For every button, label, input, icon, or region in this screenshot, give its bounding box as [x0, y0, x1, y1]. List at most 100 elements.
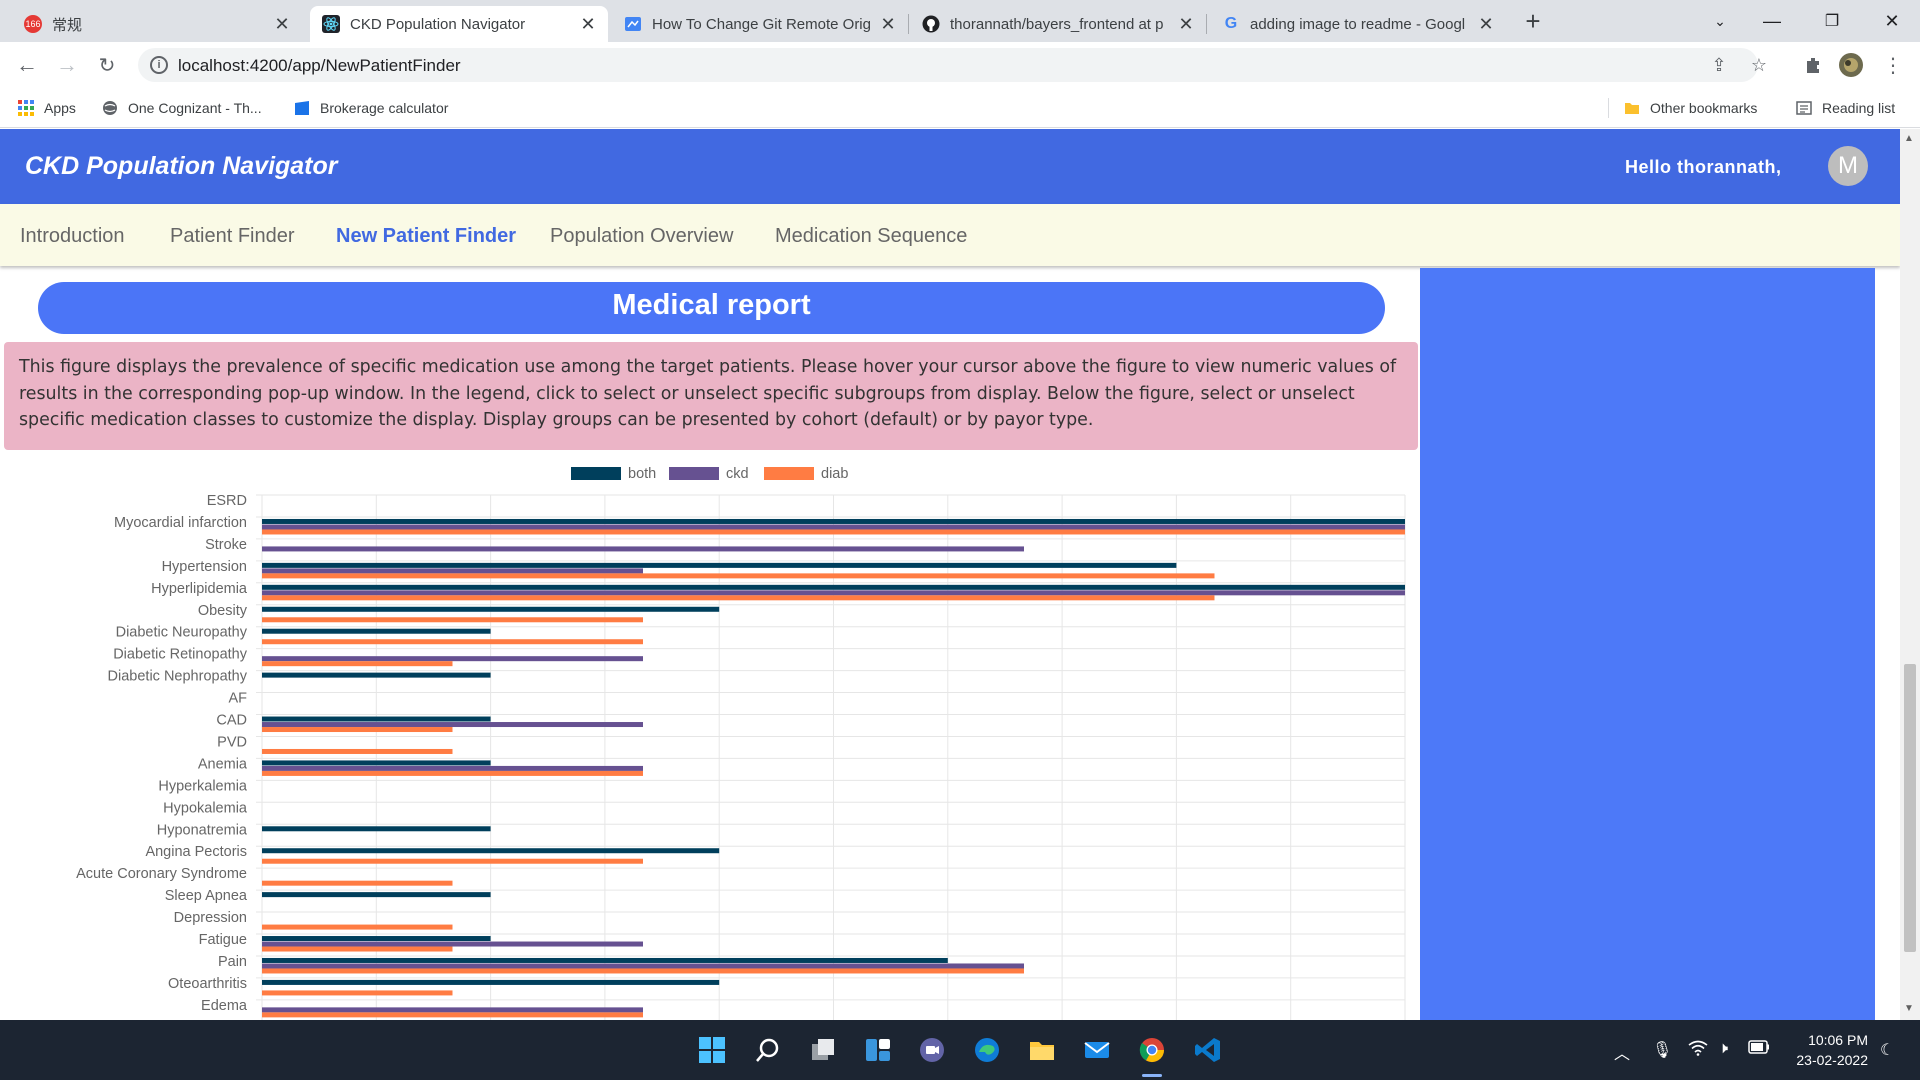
forward-button[interactable]: →: [52, 50, 82, 80]
volume-muted-icon[interactable]: 🕨: [1718, 1040, 1728, 1058]
bar-both[interactable]: [262, 892, 491, 898]
close-icon[interactable]: ✕: [1176, 14, 1196, 35]
bar-diab[interactable]: [262, 946, 453, 952]
legend-swatch-diab[interactable]: [764, 467, 814, 480]
bar-ckd[interactable]: [262, 590, 1405, 596]
bar-ckd[interactable]: [262, 963, 1024, 969]
scroll-thumb[interactable]: [1904, 664, 1916, 952]
file-explorer-icon[interactable]: [1022, 1030, 1062, 1070]
info-icon[interactable]: i: [150, 56, 168, 74]
task-view-icon[interactable]: [803, 1030, 843, 1070]
close-icon[interactable]: ✕: [272, 14, 292, 35]
star-icon[interactable]: ☆: [1746, 52, 1772, 78]
bar-ckd[interactable]: [262, 524, 1405, 530]
bar-diab[interactable]: [262, 748, 453, 754]
other-bookmarks[interactable]: Other bookmarks: [1624, 96, 1757, 120]
bar-diab[interactable]: [262, 924, 453, 930]
bar-both[interactable]: [262, 716, 491, 722]
avatar[interactable]: M: [1828, 146, 1868, 186]
bar-ckd[interactable]: [262, 722, 643, 728]
bar-diab[interactable]: [262, 661, 453, 667]
bookmark-apps[interactable]: Apps: [18, 96, 76, 120]
bar-diab[interactable]: [262, 727, 453, 733]
restore-button[interactable]: ❐: [1806, 0, 1858, 42]
minimize-button[interactable]: —: [1746, 0, 1798, 42]
search-icon[interactable]: [748, 1030, 788, 1070]
mail-icon[interactable]: [1077, 1030, 1117, 1070]
nav-medication-sequence[interactable]: Medication Sequence: [775, 225, 967, 248]
browser-tab-4[interactable]: thorannath/bayers_frontend at p ✕: [910, 6, 1206, 42]
bar-both[interactable]: [262, 584, 1405, 590]
medication-prevalence-chart[interactable]: ESRD Myocardial infarction Stroke Hypertens…: [0, 455, 1418, 1020]
nav-new-patient-finder[interactable]: New Patient Finder: [336, 225, 516, 248]
tab-search-icon[interactable]: ⌄: [1694, 0, 1746, 42]
share-icon[interactable]: ⇪: [1706, 52, 1732, 78]
bar-both[interactable]: [262, 606, 720, 612]
menu-kebab-icon[interactable]: ⋮: [1880, 52, 1906, 78]
reading-list[interactable]: Reading list: [1796, 96, 1895, 120]
system-clock[interactable]: 10:06 PM 23-02-2022: [1796, 1030, 1868, 1070]
bar-both[interactable]: [262, 760, 491, 766]
notifications-moon-icon[interactable]: ☾: [1880, 1040, 1894, 1060]
bar-both[interactable]: [262, 826, 491, 832]
bar-both[interactable]: [262, 672, 491, 678]
bookmark-one-cognizant[interactable]: One Cognizant - Th...: [102, 96, 262, 120]
address-bar[interactable]: i localhost:4200/app/NewPatientFinder ⇪ …: [138, 48, 1767, 82]
scroll-down-icon[interactable]: ▼: [1904, 1003, 1914, 1014]
bar-diab[interactable]: [262, 639, 643, 645]
bar-both[interactable]: [262, 957, 948, 963]
teams-chat-icon[interactable]: [912, 1030, 952, 1070]
browser-tab-5[interactable]: G adding image to readme - Googl ✕: [1210, 6, 1506, 42]
bar-diab[interactable]: [262, 1012, 643, 1018]
bar-diab[interactable]: [262, 990, 453, 996]
nav-introduction[interactable]: Introduction: [20, 225, 125, 248]
bar-diab[interactable]: [262, 880, 453, 886]
wifi-icon[interactable]: [1688, 1040, 1708, 1061]
bar-both[interactable]: [262, 936, 491, 942]
microphone-icon[interactable]: 🎙: [1652, 1040, 1672, 1060]
nav-population-overview[interactable]: Population Overview: [550, 225, 733, 248]
browser-tab-3[interactable]: How To Change Git Remote Orig ✕: [612, 6, 908, 42]
bar-ckd[interactable]: [262, 941, 643, 947]
bar-ckd[interactable]: [262, 568, 643, 574]
bar-ckd[interactable]: [262, 765, 643, 771]
new-tab-button[interactable]: +: [1518, 6, 1548, 36]
browser-tab-2[interactable]: CKD Population Navigator ✕: [310, 6, 608, 42]
windows-start-icon[interactable]: [692, 1030, 732, 1070]
bar-both[interactable]: [262, 628, 491, 634]
profile-avatar-icon[interactable]: [1838, 52, 1864, 78]
bar-diab[interactable]: [262, 529, 1405, 535]
bar-diab[interactable]: [262, 968, 1024, 974]
bar-diab[interactable]: [262, 770, 643, 776]
bar-diab[interactable]: [262, 858, 643, 864]
browser-tab-1[interactable]: 166 常规 ✕: [12, 6, 302, 42]
bar-diab[interactable]: [262, 573, 1215, 579]
back-button[interactable]: ←: [12, 50, 42, 80]
close-icon[interactable]: ✕: [578, 14, 598, 35]
reload-button[interactable]: ↻: [92, 50, 122, 80]
extensions-icon[interactable]: [1800, 52, 1826, 78]
scroll-up-icon[interactable]: ▲: [1904, 133, 1914, 144]
bar-diab[interactable]: [262, 617, 643, 623]
chevron-up-icon[interactable]: ︿: [1614, 1040, 1630, 1064]
legend-label-both[interactable]: both: [628, 466, 656, 482]
vscode-icon[interactable]: [1188, 1030, 1228, 1070]
legend-label-ckd[interactable]: ckd: [726, 466, 749, 482]
legend-label-diab[interactable]: diab: [821, 466, 848, 482]
bar-both[interactable]: [262, 562, 1177, 568]
close-icon[interactable]: ✕: [878, 14, 898, 35]
bar-ckd[interactable]: [262, 656, 643, 662]
bar-both[interactable]: [262, 979, 720, 985]
bar-both[interactable]: [262, 518, 1405, 524]
bookmark-brokerage[interactable]: Brokerage calculator: [294, 96, 448, 120]
nav-patient-finder[interactable]: Patient Finder: [170, 225, 295, 248]
window-close-button[interactable]: ✕: [1866, 0, 1918, 42]
edge-icon[interactable]: [967, 1030, 1007, 1070]
bar-ckd[interactable]: [262, 1007, 643, 1013]
bar-both[interactable]: [262, 848, 720, 854]
legend-swatch-ckd[interactable]: [669, 467, 719, 480]
page-scrollbar[interactable]: ▲ ▼: [1900, 129, 1920, 1020]
bar-diab[interactable]: [262, 595, 1215, 601]
legend-swatch-both[interactable]: [571, 467, 621, 480]
battery-icon[interactable]: [1748, 1040, 1770, 1059]
